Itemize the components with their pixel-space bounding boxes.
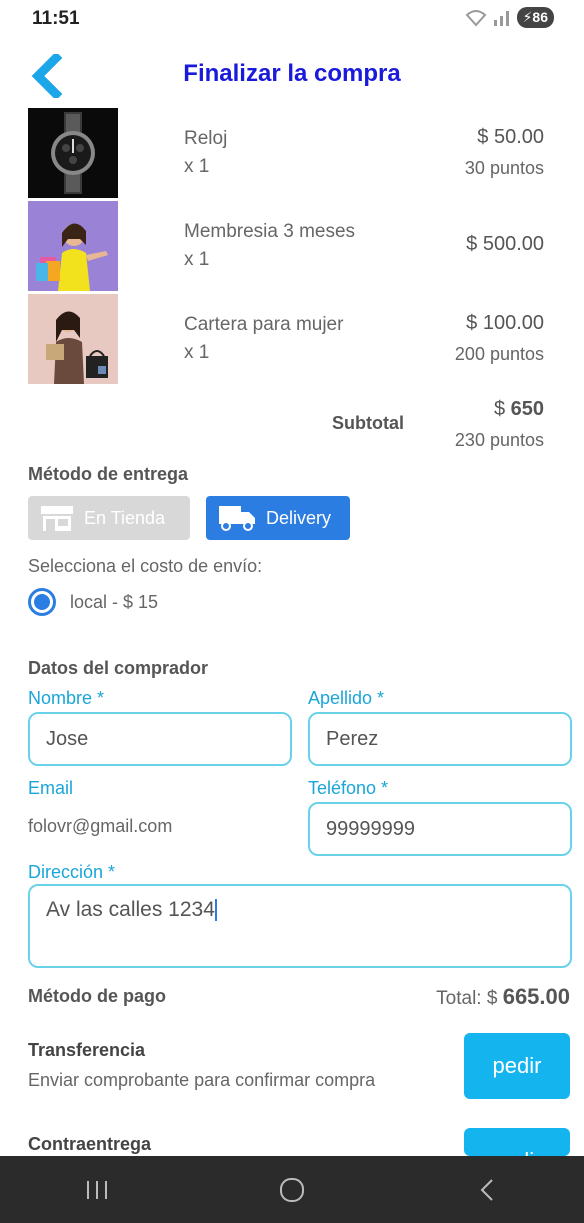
product-image-watch (28, 108, 118, 198)
total-prefix: Total: $ (436, 988, 503, 1009)
product-item: Cartera para mujer x 1 $ 100.00 200 punt… (0, 294, 584, 384)
product-image-purse-woman (28, 294, 118, 384)
in-store-button[interactable]: En Tienda (28, 496, 190, 540)
payment-method-desc: Enviar comprobante para confirmar compra (28, 1070, 376, 1090)
delivery-label: Delivery (266, 507, 332, 528)
total-amount: 665.00 (502, 984, 570, 1009)
first-name-field[interactable]: Jose (28, 712, 292, 766)
product-qty: x 1 (184, 156, 210, 177)
product-item: Reloj x 1 $ 50.00 30 puntos (0, 108, 584, 198)
shipping-cost-label: Selecciona el costo de envío: (28, 556, 263, 576)
text-caret (214, 899, 217, 922)
email-label: Email (28, 778, 74, 798)
order-transfer-button[interactable]: pedir (464, 1033, 570, 1099)
back-icon (480, 1178, 493, 1201)
product-points: 30 puntos (464, 158, 544, 178)
signal-icon (493, 10, 509, 26)
last-name-field[interactable]: Perez (308, 712, 572, 766)
recents-button[interactable] (57, 1165, 137, 1215)
product-name: Reloj (184, 128, 228, 149)
first-name-label: Nombre * (28, 688, 105, 708)
subtotal-label: Subtotal (332, 413, 404, 433)
truck-icon (219, 506, 255, 531)
address-label: Dirección * (28, 862, 116, 882)
product-price: $ 500.00 (466, 233, 544, 255)
email-value: folovr@gmail.com (28, 816, 173, 836)
last-name-label: Apellido * (308, 688, 385, 708)
shipping-option-local[interactable]: local - $ 15 (28, 588, 158, 616)
payment-method-label: Método de pago (28, 986, 166, 1006)
home-button[interactable] (252, 1165, 332, 1215)
battery-indicator: ⚡86 (516, 7, 554, 28)
product-name: Membresia 3 meses (184, 221, 356, 242)
address-value: Av las calles 1234 (46, 898, 215, 921)
phone-label: Teléfono * (308, 778, 389, 798)
home-icon (279, 1177, 304, 1202)
last-name-value: Perez (326, 727, 379, 750)
subtotal-value: $ 650 (494, 398, 544, 421)
buyer-data-label: Datos del comprador (28, 658, 209, 678)
wifi-icon (465, 9, 486, 26)
system-back-button[interactable] (447, 1165, 527, 1215)
product-price: $ 100.00 (466, 312, 544, 334)
battery-bolt: ⚡ (522, 9, 533, 25)
order-cod-button[interactable]: pedir (464, 1128, 570, 1156)
subtotal-points: 230 puntos (454, 430, 544, 450)
product-item: Membresia 3 meses x 1 $ 500.00 (0, 201, 584, 291)
address-field[interactable]: Av las calles 1234 (28, 884, 572, 968)
delivery-method-label: Método de entrega (28, 464, 189, 484)
radio-selected-icon[interactable] (28, 588, 56, 616)
product-qty: x 1 (184, 342, 210, 363)
system-nav-bar (0, 1156, 584, 1223)
status-bar: 11:51 ⚡86 (0, 0, 584, 36)
payment-method-title: Transferencia (28, 1040, 146, 1060)
header: Finalizar la compra (0, 50, 584, 101)
page-title: Finalizar la compra (183, 60, 401, 87)
payment-method-title: Contraentrega (28, 1134, 152, 1154)
phone-value: 99999999 (326, 817, 415, 840)
recents-icon (87, 1180, 108, 1199)
total-line: Total: $ 665.00 (436, 984, 570, 1010)
back-button[interactable] (26, 51, 70, 101)
product-points: 200 puntos (454, 344, 544, 364)
in-store-label: En Tienda (84, 507, 166, 528)
status-time: 11:51 (32, 8, 80, 29)
battery-level: 86 (532, 9, 548, 25)
subtotal-amount: 650 (510, 398, 544, 420)
subtotal-currency: $ (493, 398, 511, 420)
product-image-shopping-woman (28, 201, 118, 291)
product-price: $ 50.00 (477, 126, 544, 148)
status-icons: ⚡86 (465, 7, 554, 28)
product-name: Cartera para mujer (184, 314, 344, 335)
product-qty: x 1 (184, 249, 210, 270)
store-icon (41, 506, 73, 531)
phone-field[interactable]: 99999999 (308, 802, 572, 856)
shipping-option-label: local - $ 15 (70, 591, 159, 612)
back-chevron-icon (31, 51, 63, 101)
delivery-button[interactable]: Delivery (206, 496, 350, 540)
first-name-value: Jose (46, 727, 89, 750)
